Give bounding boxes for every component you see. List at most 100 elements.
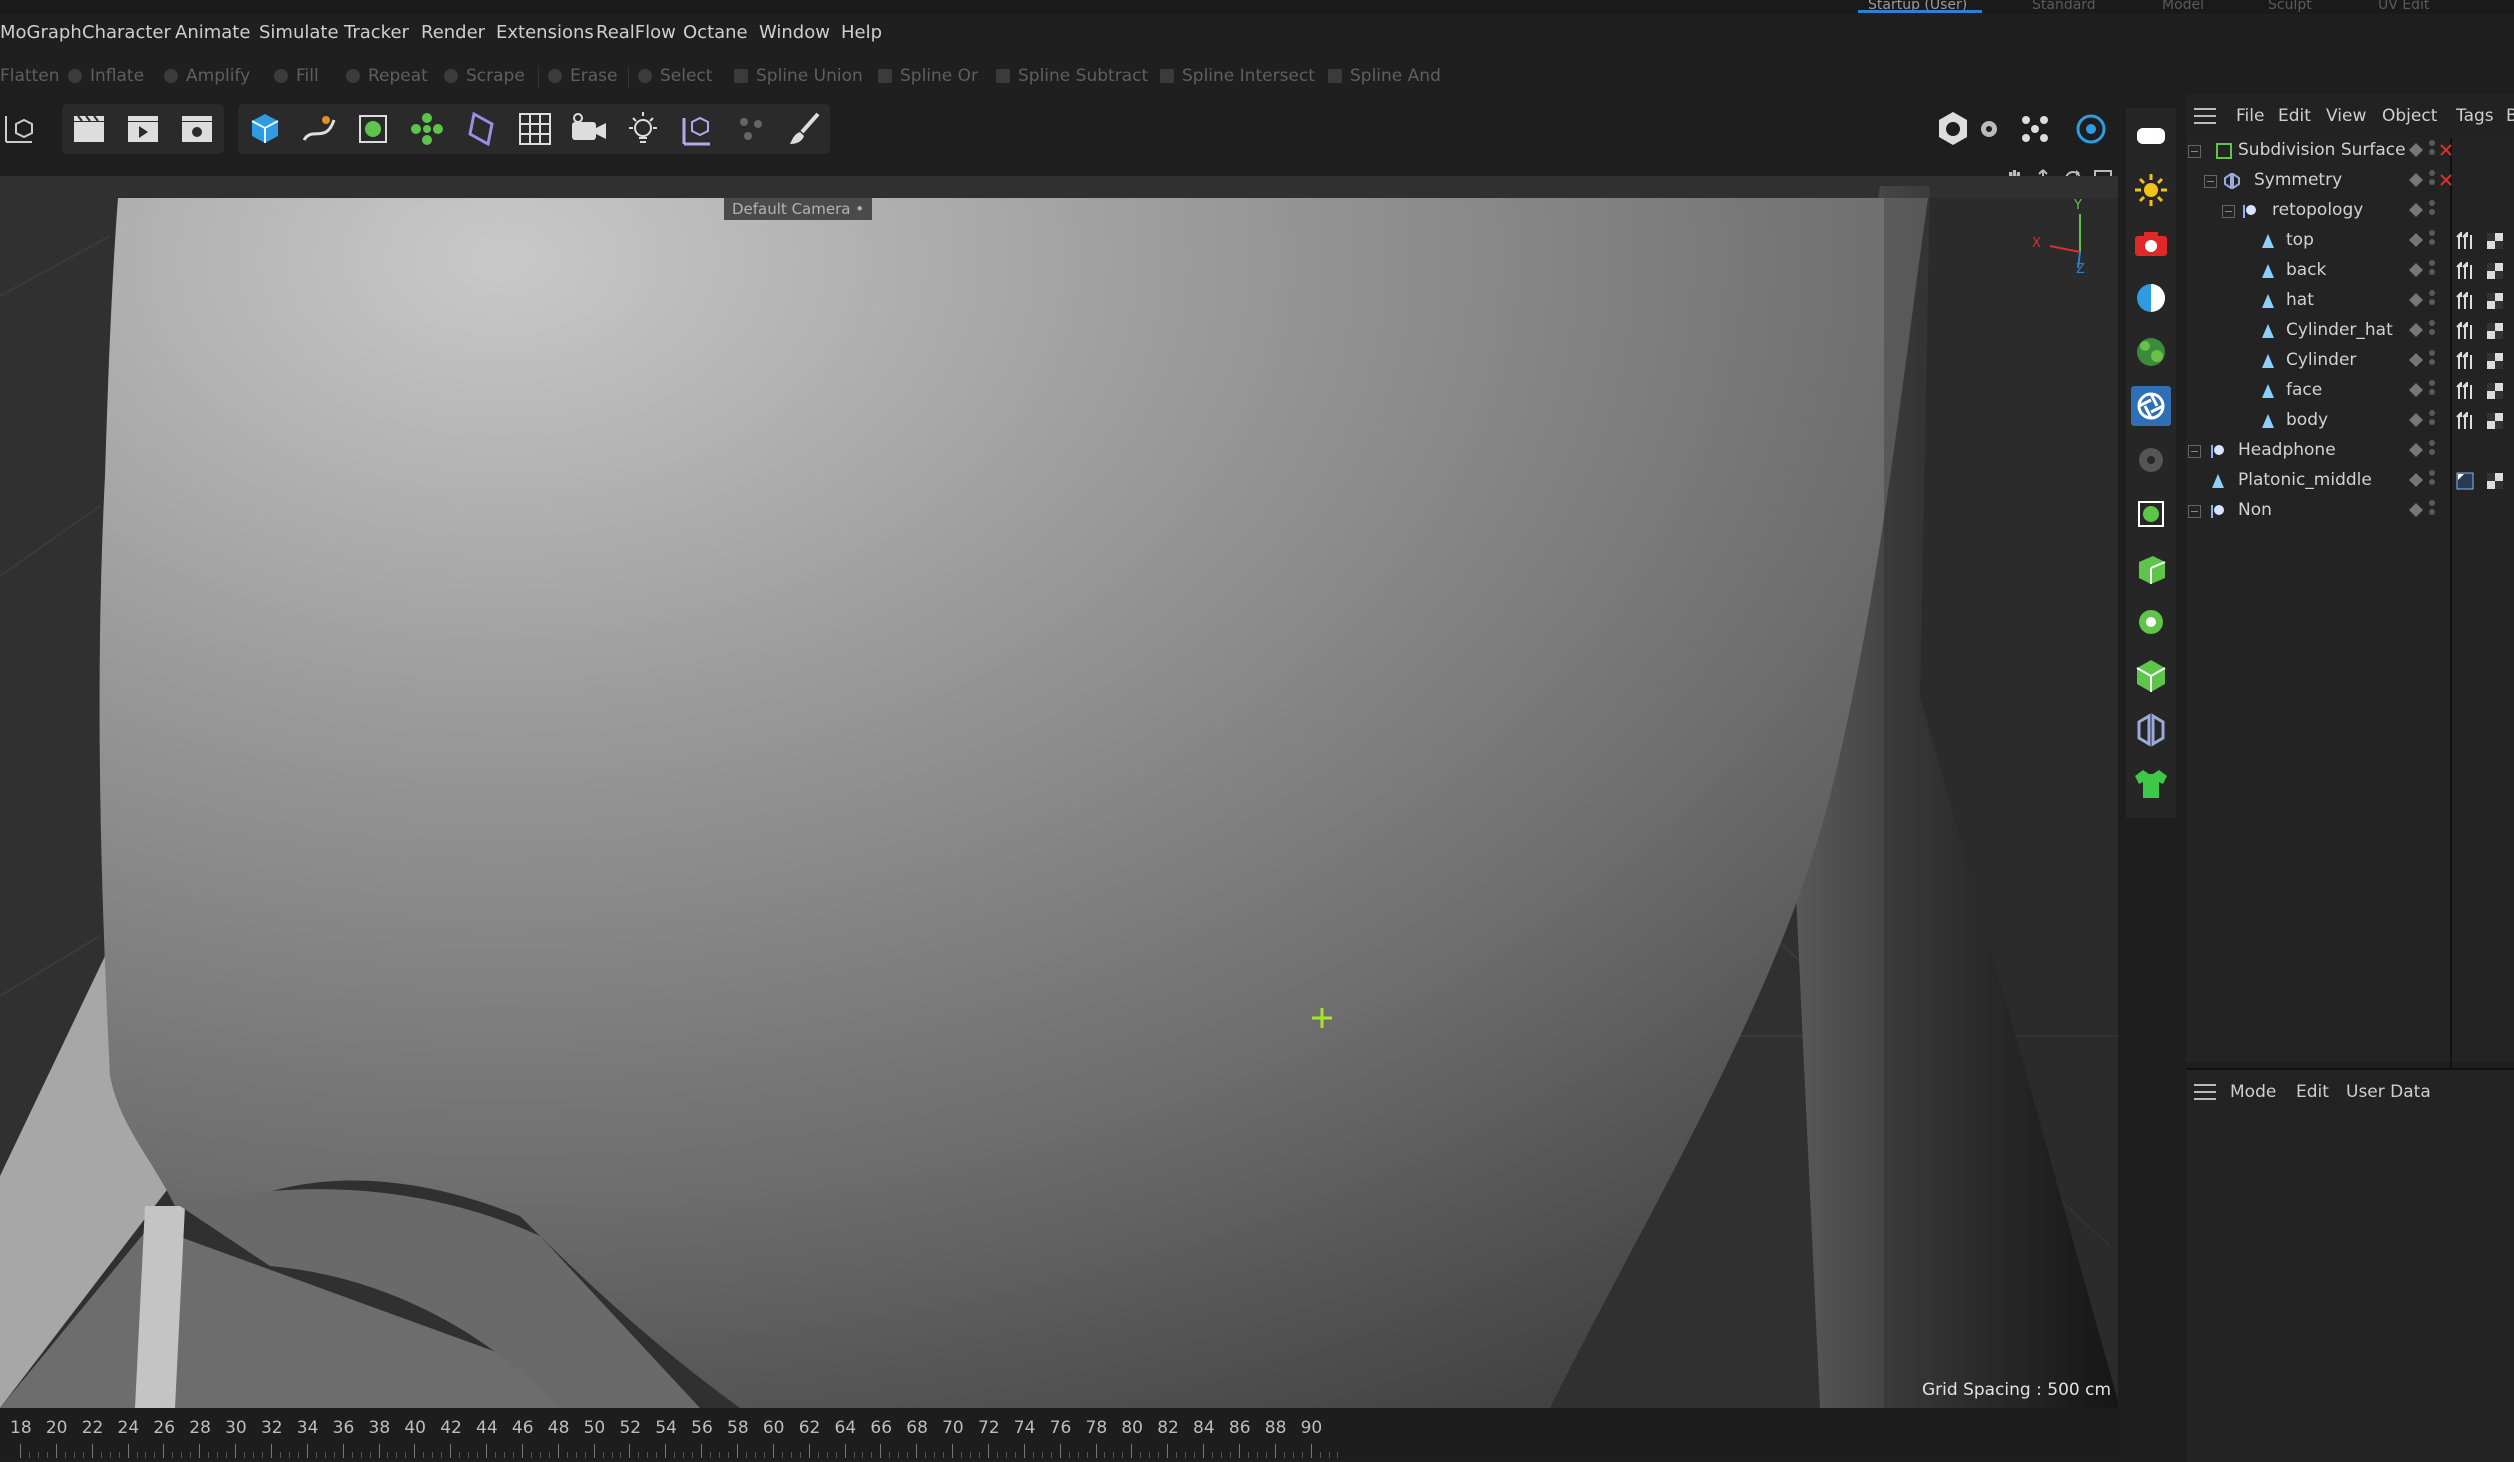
texture-tag-icon[interactable]	[2486, 292, 2504, 310]
phong-tag-icon[interactable]	[2456, 412, 2474, 430]
object-row[interactable]: Cylinder_hat	[2186, 316, 2514, 346]
menu-simulate[interactable]: Simulate	[259, 22, 339, 43]
menu-animate[interactable]: Animate	[175, 22, 250, 43]
menu-tracker[interactable]: Tracker	[344, 22, 409, 43]
delete-x-icon[interactable]	[2438, 142, 2454, 158]
menu-mograph[interactable]: MoGraph	[0, 22, 82, 43]
delete-x-icon[interactable]	[2438, 172, 2454, 188]
flatten-button[interactable]: Flatten	[0, 64, 59, 88]
visibility-dots-icon[interactable]	[2429, 500, 2435, 522]
object-row[interactable]: Platonic_middle	[2186, 466, 2514, 496]
inflate-button[interactable]: Inflate	[68, 64, 144, 88]
camera-label[interactable]: Default Camera •	[724, 198, 873, 220]
cloth-shirt-icon[interactable]	[2131, 764, 2171, 804]
layout-tab-standard[interactable]: Standard	[2032, 0, 2096, 12]
texture-tag-icon[interactable]	[2486, 382, 2504, 400]
om-menu-tags[interactable]: Tags	[2456, 106, 2494, 126]
aperture-icon[interactable]	[2131, 386, 2171, 426]
octane-live-viewer-icon[interactable]	[1930, 106, 1976, 152]
material-tag-icon[interactable]	[2456, 472, 2474, 490]
spline-union-button[interactable]: Spline Union	[734, 64, 863, 88]
texture-tag-icon[interactable]	[2486, 262, 2504, 280]
object-row[interactable]: Non	[2186, 496, 2514, 526]
object-row[interactable]: Cylinder	[2186, 346, 2514, 376]
om-menu-view[interactable]: View	[2326, 106, 2366, 126]
visibility-dots-icon[interactable]	[2429, 260, 2435, 282]
phong-tag-icon[interactable]	[2456, 382, 2474, 400]
om-menu-file[interactable]: File	[2236, 106, 2264, 126]
collapse-toggle-icon[interactable]	[2188, 145, 2201, 158]
dark-gear-icon[interactable]	[2131, 440, 2171, 480]
menu-render[interactable]: Render	[421, 22, 485, 43]
clapboard-icon[interactable]	[66, 106, 112, 152]
texture-tag-icon[interactable]	[2486, 232, 2504, 250]
object-row[interactable]: retopology	[2186, 196, 2514, 226]
layout-tab-model[interactable]: Model	[2162, 0, 2204, 12]
floor-icon[interactable]	[512, 106, 558, 152]
object-row[interactable]: top	[2186, 226, 2514, 256]
visibility-dots-icon[interactable]	[2429, 290, 2435, 312]
phong-tag-icon[interactable]	[2456, 292, 2474, 310]
visibility-dots-icon[interactable]	[2429, 440, 2435, 462]
spline-intersect-button[interactable]: Spline Intersect	[1160, 64, 1315, 88]
om-menu-bookmarks[interactable]: B	[2506, 106, 2514, 126]
hex-cube-icon[interactable]	[2131, 656, 2171, 696]
fill-button[interactable]: Fill	[274, 64, 319, 88]
object-row[interactable]: Symmetry	[2186, 166, 2514, 196]
render-view-icon[interactable]	[120, 106, 166, 152]
null-axis-icon[interactable]	[674, 106, 720, 152]
subdivision-surface-icon[interactable]	[350, 106, 396, 152]
hamburger-menu-icon[interactable]	[2194, 1084, 2216, 1100]
menu-octane[interactable]: Octane	[683, 22, 748, 43]
om-menu-object[interactable]: Object	[2382, 106, 2437, 126]
object-row[interactable]: Headphone	[2186, 436, 2514, 466]
camera-icon[interactable]	[566, 106, 612, 152]
repeat-button[interactable]: Repeat	[346, 64, 428, 88]
deformer-icon[interactable]	[458, 106, 504, 152]
coordinate-system-icon[interactable]	[0, 106, 46, 152]
visibility-dots-icon[interactable]	[2429, 230, 2435, 252]
scatter-icon[interactable]	[2131, 332, 2171, 372]
visibility-dots-icon[interactable]	[2429, 170, 2435, 192]
object-row[interactable]: hat	[2186, 286, 2514, 316]
visibility-dots-icon[interactable]	[2429, 350, 2435, 372]
texture-tag-icon[interactable]	[2486, 412, 2504, 430]
am-menu-edit[interactable]: Edit	[2296, 1082, 2329, 1102]
menu-character[interactable]: Character	[82, 22, 171, 43]
octane-camera-icon[interactable]	[2131, 224, 2171, 264]
select-button[interactable]: Select	[638, 64, 712, 88]
green-gear-icon[interactable]	[2131, 602, 2171, 642]
octane-nodes-icon[interactable]	[2012, 106, 2058, 152]
environment-icon[interactable]	[2131, 278, 2171, 318]
visibility-dots-icon[interactable]	[2429, 200, 2435, 222]
visibility-dots-icon[interactable]	[2429, 410, 2435, 432]
hamburger-menu-icon[interactable]	[2194, 108, 2216, 124]
light-icon[interactable]	[620, 106, 666, 152]
texture-tag-icon[interactable]	[2486, 322, 2504, 340]
object-row[interactable]: back	[2186, 256, 2514, 286]
collapse-toggle-icon[interactable]	[2204, 175, 2217, 188]
render-settings-icon[interactable]	[174, 106, 220, 152]
paint-brush-icon[interactable]	[782, 106, 828, 152]
erase-button[interactable]: Erase	[548, 64, 617, 88]
menu-window[interactable]: Window	[759, 22, 830, 43]
phong-tag-icon[interactable]	[2456, 352, 2474, 370]
phong-tag-icon[interactable]	[2456, 232, 2474, 250]
object-row[interactable]: Subdivision Surface	[2186, 136, 2514, 166]
layout-tab-sculpt[interactable]: Sculpt	[2268, 0, 2312, 12]
spline-and-button[interactable]: Spline And	[1328, 64, 1441, 88]
cloner-icon[interactable]	[404, 106, 450, 152]
visibility-dots-icon[interactable]	[2429, 380, 2435, 402]
symmetry-tool-icon[interactable]	[2131, 710, 2171, 750]
sun-light-icon[interactable]	[2131, 170, 2171, 210]
expand-toggle-icon[interactable]	[2188, 505, 2201, 518]
timeline-ruler[interactable]: 18 20 22 24 26 28 30 32 34 36 38 40 42 44 46 48 50 52 54 56…	[0, 1408, 2118, 1460]
visibility-dots-icon[interactable]	[2429, 320, 2435, 342]
menu-extensions[interactable]: Extensions	[496, 22, 594, 43]
phong-tag-icon[interactable]	[2456, 262, 2474, 280]
am-menu-user-data[interactable]: User Data	[2346, 1082, 2431, 1102]
expand-toggle-icon[interactable]	[2188, 445, 2201, 458]
octane-live-viewer-icon[interactable]	[2131, 116, 2171, 156]
cube-icon[interactable]	[242, 106, 288, 152]
object-row[interactable]: face	[2186, 376, 2514, 406]
